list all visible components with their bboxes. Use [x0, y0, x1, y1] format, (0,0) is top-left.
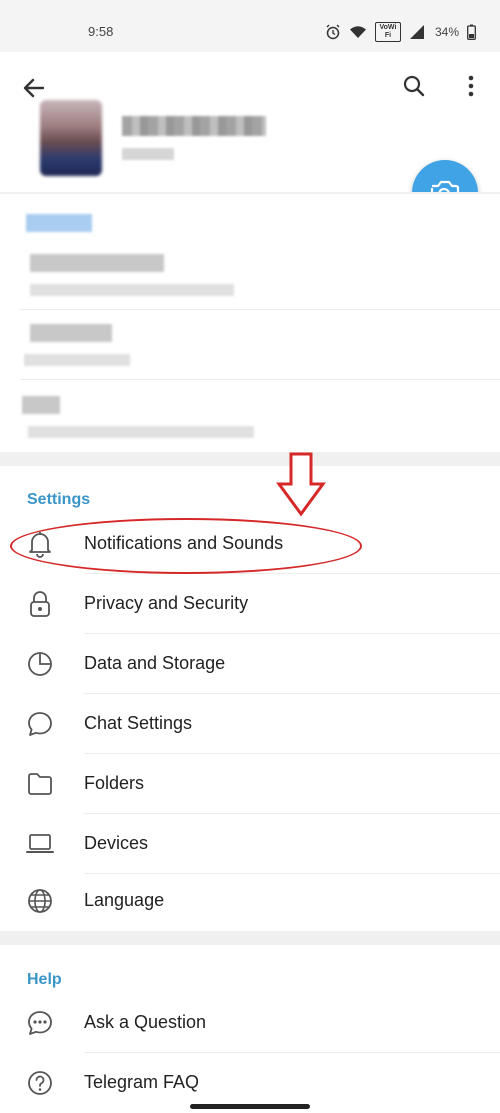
profile-name-redacted — [122, 116, 266, 136]
section-separator — [0, 452, 500, 466]
more-vertical-icon — [468, 75, 474, 97]
divider — [0, 192, 500, 194]
search-icon — [403, 75, 425, 97]
wifi-icon — [349, 25, 367, 39]
avatar[interactable] — [40, 100, 102, 176]
search-button[interactable] — [398, 70, 430, 102]
help-section-title: Help — [27, 971, 62, 988]
menu-item-label: Privacy and Security — [84, 593, 249, 613]
menu-item-language[interactable]: Language — [0, 871, 500, 931]
divider — [20, 379, 500, 380]
annotation-arrow-icon — [276, 452, 326, 516]
folder-icon — [25, 770, 55, 798]
menu-item-label: Chat Settings — [84, 713, 193, 733]
phone-redacted[interactable] — [30, 254, 164, 272]
username-caption-redacted — [24, 354, 130, 366]
chat-bubble-icon — [25, 710, 55, 738]
account-section-title-redacted — [26, 214, 92, 232]
settings-section-title: Settings — [27, 491, 91, 508]
bio-redacted[interactable] — [22, 396, 60, 414]
menu-item-devices[interactable]: Devices — [0, 814, 500, 874]
question-circle-icon — [25, 1069, 55, 1097]
alarm-icon — [325, 24, 341, 40]
laptop-icon — [25, 830, 55, 858]
profile-status-redacted — [122, 148, 174, 160]
status-time: 9:58 — [88, 24, 114, 39]
bio-caption-redacted — [28, 426, 254, 438]
menu-item-folders[interactable]: Folders — [0, 754, 500, 814]
signal-icon — [409, 24, 425, 40]
menu-item-ask-question[interactable]: Ask a Question — [0, 993, 500, 1053]
arrow-left-icon — [23, 78, 45, 98]
globe-icon — [25, 887, 55, 915]
annotation-highlight — [10, 518, 362, 574]
account-info — [0, 192, 500, 452]
menu-item-label: Data and Storage — [84, 653, 226, 673]
menu-item-label: Devices — [84, 833, 149, 853]
battery-percent: 34% — [434, 25, 459, 39]
menu-item-chat-settings[interactable]: Chat Settings — [0, 694, 500, 754]
vowifi-badge: VoWiFi — [374, 22, 401, 42]
more-options-button[interactable] — [456, 70, 486, 102]
menu-item-label: Folders — [84, 773, 145, 793]
divider — [20, 309, 500, 310]
menu-item-data-storage[interactable]: Data and Storage — [0, 634, 500, 694]
battery-icon — [467, 24, 476, 40]
status-icons: VoWiFi 34% — [325, 22, 476, 42]
menu-item-label: Language — [84, 890, 165, 910]
pie-chart-icon — [25, 650, 55, 678]
home-indicator[interactable] — [190, 1104, 310, 1109]
section-separator — [0, 931, 500, 945]
status-bar: 9:58 VoWiFi 34% — [0, 0, 500, 52]
menu-item-privacy[interactable]: Privacy and Security — [0, 574, 500, 634]
phone-caption-redacted — [30, 284, 234, 296]
chat-dots-icon — [25, 1009, 55, 1037]
username-redacted[interactable] — [30, 324, 112, 342]
menu-item-label: Ask a Question — [84, 1012, 207, 1032]
lock-icon — [25, 590, 55, 618]
menu-item-label: Telegram FAQ — [84, 1072, 200, 1092]
